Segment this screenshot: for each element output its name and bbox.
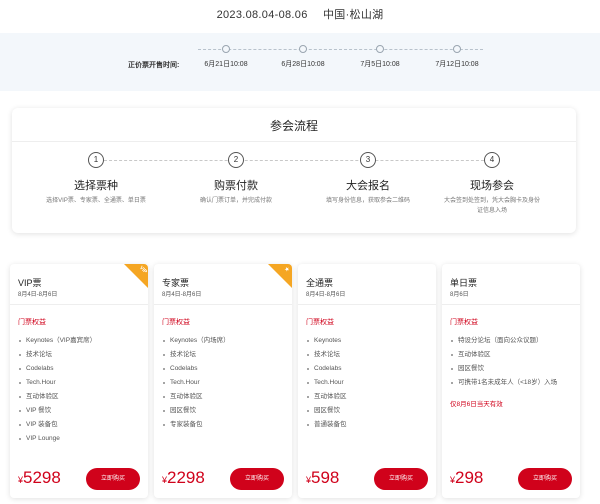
ticket-card-single-day: 单日票 8月6日 门票权益 特设分论坛（面向公众议题） 互动体验区 园区餐饮 可… [442, 264, 580, 498]
ticket-date: 8月4日-8月6日 [18, 292, 58, 298]
sale-timeline-line [198, 49, 483, 50]
benefit-item: VIP 餐饮 [18, 406, 144, 420]
event-header: 2023.08.04-08.06 中国·松山湖 [0, 6, 600, 22]
ticket-price: ¥298 [450, 468, 483, 488]
ticket-divider [298, 304, 436, 305]
benefit-item: 技术论坛 [162, 350, 288, 364]
ticket-validity-note: 仅8月6日当天有效 [450, 401, 503, 408]
step-4-desc: 大会签到处签到，凭大会胸卡及身份证信息入场 [443, 198, 540, 214]
ticket-price: ¥598 [306, 468, 339, 488]
ticket-date: 8月4日-8月6日 [306, 292, 346, 298]
benefit-item: 园区餐饮 [306, 406, 432, 420]
sale-date-2: 6月28日10:08 [281, 61, 325, 68]
benefit-item: 特设分论坛（面向公众议题） [450, 336, 576, 350]
benefit-item: 互动体验区 [306, 392, 432, 406]
ticket-card-expert: ★ 专家票 8月4日-8月6日 门票权益 Keynotes（内场席） 技术论坛 … [154, 264, 292, 498]
ticket-divider [442, 304, 580, 305]
benefit-item: VIP Lounge [18, 434, 144, 448]
step-3-number: 3 [360, 152, 376, 168]
benefit-item: 互动体验区 [450, 350, 576, 364]
step-1-title: 选择票种 [74, 180, 118, 192]
benefit-item: Keynotes（VIP嘉宾席） [18, 336, 144, 350]
ticket-rights-label: 门票权益 [162, 319, 190, 326]
ticket-benefits-list: 特设分论坛（面向公众议题） 互动体验区 园区餐饮 可携带1名未成年人（<18岁）… [450, 336, 576, 392]
ticket-name: 单日票 [450, 278, 478, 288]
ticket-date: 8月4日-8月6日 [162, 292, 202, 298]
sale-timeline-label: 正价票开售时间: [128, 62, 180, 69]
ticket-date: 8月6日 [450, 292, 469, 298]
step-2-title: 购票付款 [214, 180, 258, 192]
ticket-rights-label: 门票权益 [450, 319, 478, 326]
step-2-desc: 确认门票订单，并完成付款 [199, 198, 272, 204]
benefit-item: 园区餐饮 [450, 364, 576, 378]
ticket-benefits-list: Keynotes（VIP嘉宾席） 技术论坛 Codelabs Tech.Hour… [18, 336, 144, 448]
sale-date-4: 7月12日10:08 [435, 61, 479, 68]
step-4-title: 现场参会 [470, 180, 514, 192]
ticket-benefits-list: Keynotes（内场席） 技术论坛 Codelabs Tech.Hour 互动… [162, 336, 288, 434]
price-value: 2298 [167, 468, 205, 487]
sale-dot-2 [299, 45, 307, 53]
flow-title: 参会流程 [269, 119, 318, 133]
step-2-number: 2 [228, 152, 244, 168]
flow-divider [12, 141, 576, 142]
step-3-desc: 填写身份信息，获取参会二维码 [325, 198, 410, 204]
benefit-item: Tech.Hour [306, 378, 432, 392]
buy-now-button-single-day[interactable]: 立即购买 [518, 468, 572, 490]
buy-now-button-full-pass[interactable]: 立即购买 [374, 468, 428, 490]
ticket-card-full-pass: 全通票 8月4日-8月6日 门票权益 Keynotes 技术论坛 Codelab… [298, 264, 436, 498]
benefit-item: Keynotes [306, 336, 432, 350]
step-4-number: 4 [484, 152, 500, 168]
ticket-divider [10, 304, 148, 305]
step-1-desc: 选择VIP票、专家票、全通票、单日票 [46, 198, 146, 204]
ticket-rights-label: 门票权益 [306, 319, 334, 326]
benefit-item: 可携带1名未成年人（<18岁）入场 [450, 378, 576, 392]
registration-flow-card: 参会流程 1 2 3 4 选择票种 购票付款 大会报名 现场参会 选择VIP票、… [12, 108, 576, 233]
benefit-item: Codelabs [162, 364, 288, 378]
event-location: 中国·松山湖 [322, 9, 384, 21]
sale-date-3: 7月5日10:08 [360, 61, 400, 68]
ticket-divider [154, 304, 292, 305]
sale-date-1: 6月21日10:08 [204, 61, 248, 68]
sale-dot-4 [453, 45, 461, 53]
benefit-item: 专家装备包 [162, 420, 288, 434]
ticket-rights-label: 门票权益 [18, 319, 46, 326]
ticket-name: 全通票 [306, 278, 334, 288]
buy-now-button-expert[interactable]: 立即购买 [230, 468, 284, 490]
benefit-item: Tech.Hour [162, 378, 288, 392]
benefit-item: Tech.Hour [18, 378, 144, 392]
price-value: 298 [455, 468, 484, 487]
ticket-price: ¥5298 [18, 468, 61, 488]
event-date: 2023.08.04-08.06 [216, 9, 308, 21]
benefit-item: Keynotes（内场席） [162, 336, 288, 350]
ticket-card-vip: VIP VIP票 8月4日-8月6日 门票权益 Keynotes（VIP嘉宾席）… [10, 264, 148, 498]
flow-connector-line [104, 160, 494, 161]
benefit-item: VIP 装备包 [18, 420, 144, 434]
price-value: 5298 [23, 468, 61, 487]
ticket-name: VIP票 [18, 278, 42, 288]
ticket-name: 专家票 [162, 278, 190, 288]
step-1-number: 1 [88, 152, 104, 168]
benefit-item: 技术论坛 [306, 350, 432, 364]
sale-dot-1 [222, 45, 230, 53]
buy-now-button-vip[interactable]: 立即购买 [86, 468, 140, 490]
benefit-item: Codelabs [18, 364, 144, 378]
sale-dot-3 [376, 45, 384, 53]
ticket-benefits-list: Keynotes 技术论坛 Codelabs Tech.Hour 互动体验区 园… [306, 336, 432, 434]
benefit-item: 普通装备包 [306, 420, 432, 434]
ticket-price: ¥2298 [162, 468, 205, 488]
step-3-title: 大会报名 [346, 180, 390, 192]
benefit-item: 互动体验区 [18, 392, 144, 406]
benefit-item: Codelabs [306, 364, 432, 378]
benefit-item: 互动体验区 [162, 392, 288, 406]
benefit-item: 技术论坛 [18, 350, 144, 364]
benefit-item: 园区餐饮 [162, 406, 288, 420]
price-value: 598 [311, 468, 340, 487]
